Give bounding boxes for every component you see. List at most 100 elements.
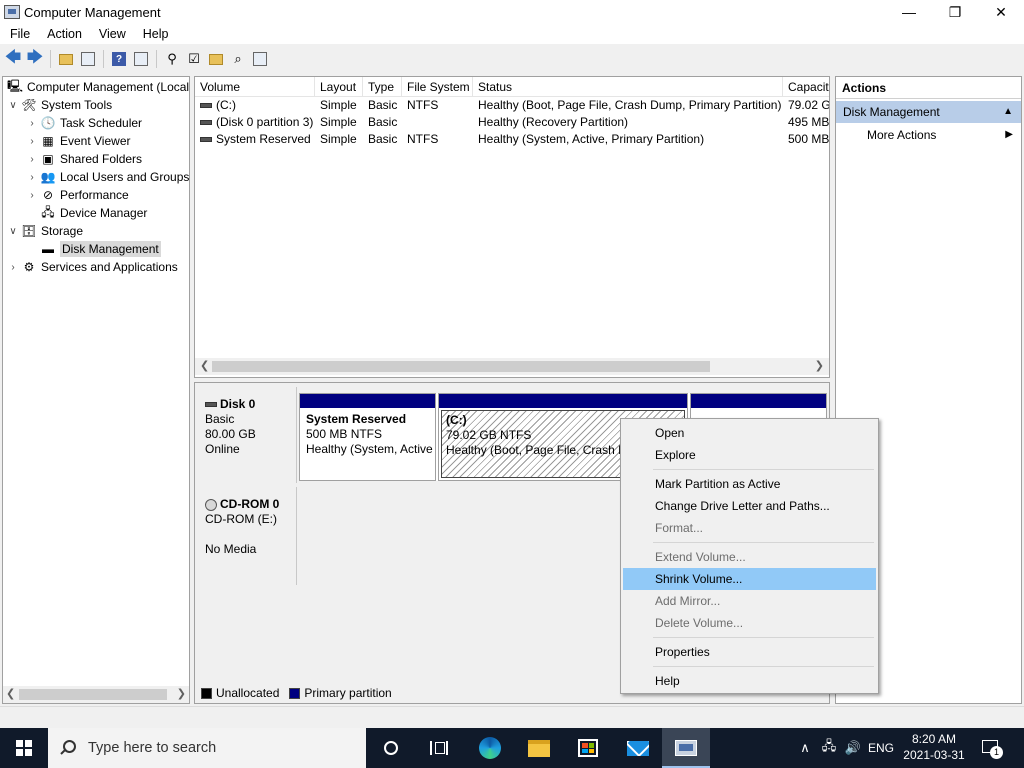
taskbar-search-box[interactable]: Type here to search [48, 728, 366, 768]
maximize-button[interactable]: ❐ [932, 0, 978, 24]
table-row[interactable]: (C:) Simple Basic NTFS Healthy (Boot, Pa… [195, 97, 829, 114]
column-volume[interactable]: Volume [195, 77, 315, 97]
volume-list-horizontal-scrollbar[interactable]: ❮ ❯ [195, 358, 829, 375]
close-button[interactable]: ✕ [978, 0, 1024, 24]
help-icon[interactable]: ? [110, 50, 128, 68]
computer-management-icon [4, 5, 20, 19]
scroll-left-icon[interactable]: ❮ [6, 687, 15, 700]
store-button[interactable] [564, 728, 612, 768]
expand-icon[interactable]: › [26, 190, 38, 201]
expand-icon[interactable]: › [26, 118, 38, 129]
menu-help[interactable]: Help [133, 27, 176, 41]
file-explorer-button[interactable] [515, 728, 563, 768]
show-action-pane-icon[interactable] [132, 50, 150, 68]
collapse-caret-icon[interactable]: ▲ [1003, 101, 1013, 123]
tree-item-performance[interactable]: › ⊘ Performance [26, 186, 128, 204]
search-folder-icon[interactable]: ⌕ [229, 50, 247, 68]
primary-partition-bar [439, 394, 687, 408]
column-capacity[interactable]: Capacit [783, 77, 829, 97]
task-view-icon [430, 741, 448, 755]
expand-icon[interactable]: › [26, 172, 38, 183]
start-button[interactable] [0, 728, 48, 768]
menu-separator [653, 637, 874, 638]
clock-icon: 🕓 [40, 116, 56, 130]
scroll-right-icon[interactable]: ❯ [815, 359, 824, 372]
more-actions[interactable]: More Actions ▶ [836, 123, 1021, 147]
navigation-tree: 🖳 Computer Management (Local ∨ 🛠 System … [2, 76, 190, 704]
tree-item-disk-management[interactable]: ▬ Disk Management [26, 240, 161, 258]
scrollbar-thumb[interactable] [212, 361, 710, 372]
tree-item-local-users[interactable]: › 👥 Local Users and Groups [26, 168, 189, 186]
unallocated-swatch [201, 687, 212, 699]
action-center-button[interactable]: 1 [980, 738, 1003, 759]
tree-item-storage[interactable]: ∨ 🗄 Storage [7, 222, 83, 240]
partition-system-reserved[interactable]: System Reserved 500 MB NTFS Healthy (Sys… [299, 393, 436, 481]
menu-file[interactable]: File [0, 27, 37, 41]
tree-item-shared-folders[interactable]: › ▣ Shared Folders [26, 150, 142, 168]
scroll-right-icon[interactable]: ❯ [177, 687, 186, 700]
disk-icon: ▬ [42, 242, 54, 256]
expand-icon[interactable]: › [26, 154, 38, 165]
network-icon[interactable]: 🖧 [818, 728, 840, 768]
scroll-left-icon[interactable]: ❮ [200, 359, 209, 372]
mail-button[interactable] [614, 728, 662, 768]
tree-item-device-manager[interactable]: 🖧 Device Manager [26, 204, 147, 222]
expand-icon[interactable]: › [26, 136, 38, 147]
menu-item-help[interactable]: Help [623, 670, 876, 692]
volume-icon [200, 137, 212, 143]
collapse-icon[interactable]: ∨ [7, 100, 19, 111]
menu-item-shrink-volume[interactable]: Shrink Volume... [623, 568, 876, 590]
connect-drive-icon[interactable]: ⚲ [163, 50, 181, 68]
menu-action[interactable]: Action [37, 27, 89, 41]
checklist-icon[interactable]: ☑ [185, 50, 203, 68]
minimize-button[interactable]: — [886, 0, 932, 24]
task-view-button[interactable] [415, 728, 463, 768]
device-manager-icon: 🖧 [41, 204, 55, 219]
tree-item-system-tools[interactable]: ∨ 🛠 System Tools [7, 96, 112, 114]
menu-item-mark-active[interactable]: Mark Partition as Active [623, 473, 876, 495]
show-hide-tree-icon[interactable] [79, 50, 97, 68]
cdrom-0-info[interactable]: CD-ROM 0 CD-ROM (E:) No Media [197, 487, 297, 585]
table-row[interactable]: (Disk 0 partition 3) Simple Basic Health… [195, 114, 829, 131]
edge-button[interactable] [466, 728, 514, 768]
tree-horizontal-scrollbar[interactable]: ❮ ❯ [3, 686, 189, 703]
tree-root[interactable]: 🖳 Computer Management (Local [5, 78, 189, 96]
scrollbar-thumb[interactable] [19, 689, 167, 700]
collapse-icon[interactable]: ∨ [7, 226, 19, 237]
menu-item-open[interactable]: Open [623, 422, 876, 444]
tree-item-task-scheduler[interactable]: › 🕓 Task Scheduler [26, 114, 142, 132]
tree-item-event-viewer[interactable]: › ▦ Event Viewer [26, 132, 130, 150]
column-file-system[interactable]: File System [402, 77, 473, 97]
menu-item-properties[interactable]: Properties [623, 641, 876, 663]
export-icon[interactable] [207, 50, 225, 68]
performance-icon: ⊘ [42, 188, 54, 202]
menu-item-extend-volume: Extend Volume... [655, 550, 746, 564]
window-title: Computer Management [24, 4, 161, 20]
back-arrow-icon[interactable]: 🡄 [4, 49, 22, 68]
show-hidden-icons-chevron-icon[interactable]: ∧ [796, 728, 814, 768]
table-row[interactable]: System Reserved Simple Basic NTFS Health… [195, 131, 829, 148]
disk-0-info[interactable]: Disk 0 Basic 80.00 GB Online [197, 387, 297, 483]
column-type[interactable]: Type [363, 77, 402, 97]
properties-icon[interactable] [251, 50, 269, 68]
menu-item-explore[interactable]: Explore [623, 444, 876, 466]
cortana-button[interactable] [367, 728, 415, 768]
store-icon [578, 739, 598, 757]
toolbar-separator [50, 50, 51, 68]
column-status[interactable]: Status [473, 77, 783, 97]
expand-icon[interactable]: › [7, 262, 19, 273]
volume-icon [200, 120, 212, 126]
system-clock[interactable]: 8:20 AM 2021-03-31 [894, 731, 974, 763]
actions-header: Actions [836, 77, 1021, 99]
column-layout[interactable]: Layout [315, 77, 363, 97]
menu-view[interactable]: View [89, 27, 133, 41]
forward-arrow-icon[interactable]: 🡆 [26, 49, 44, 68]
actions-section-disk-management[interactable]: Disk Management ▲ [836, 101, 1021, 123]
menu-item-change-drive-letter[interactable]: Change Drive Letter and Paths... [623, 495, 876, 517]
up-folder-icon[interactable] [57, 50, 75, 68]
clock-date: 2021-03-31 [903, 748, 965, 762]
tree-item-services-applications[interactable]: › ⚙ Services and Applications [7, 258, 177, 276]
volume-icon[interactable]: 🔊 [842, 728, 864, 768]
computer-management-taskbar-button[interactable] [662, 728, 710, 768]
input-language[interactable]: ENG [866, 728, 896, 768]
